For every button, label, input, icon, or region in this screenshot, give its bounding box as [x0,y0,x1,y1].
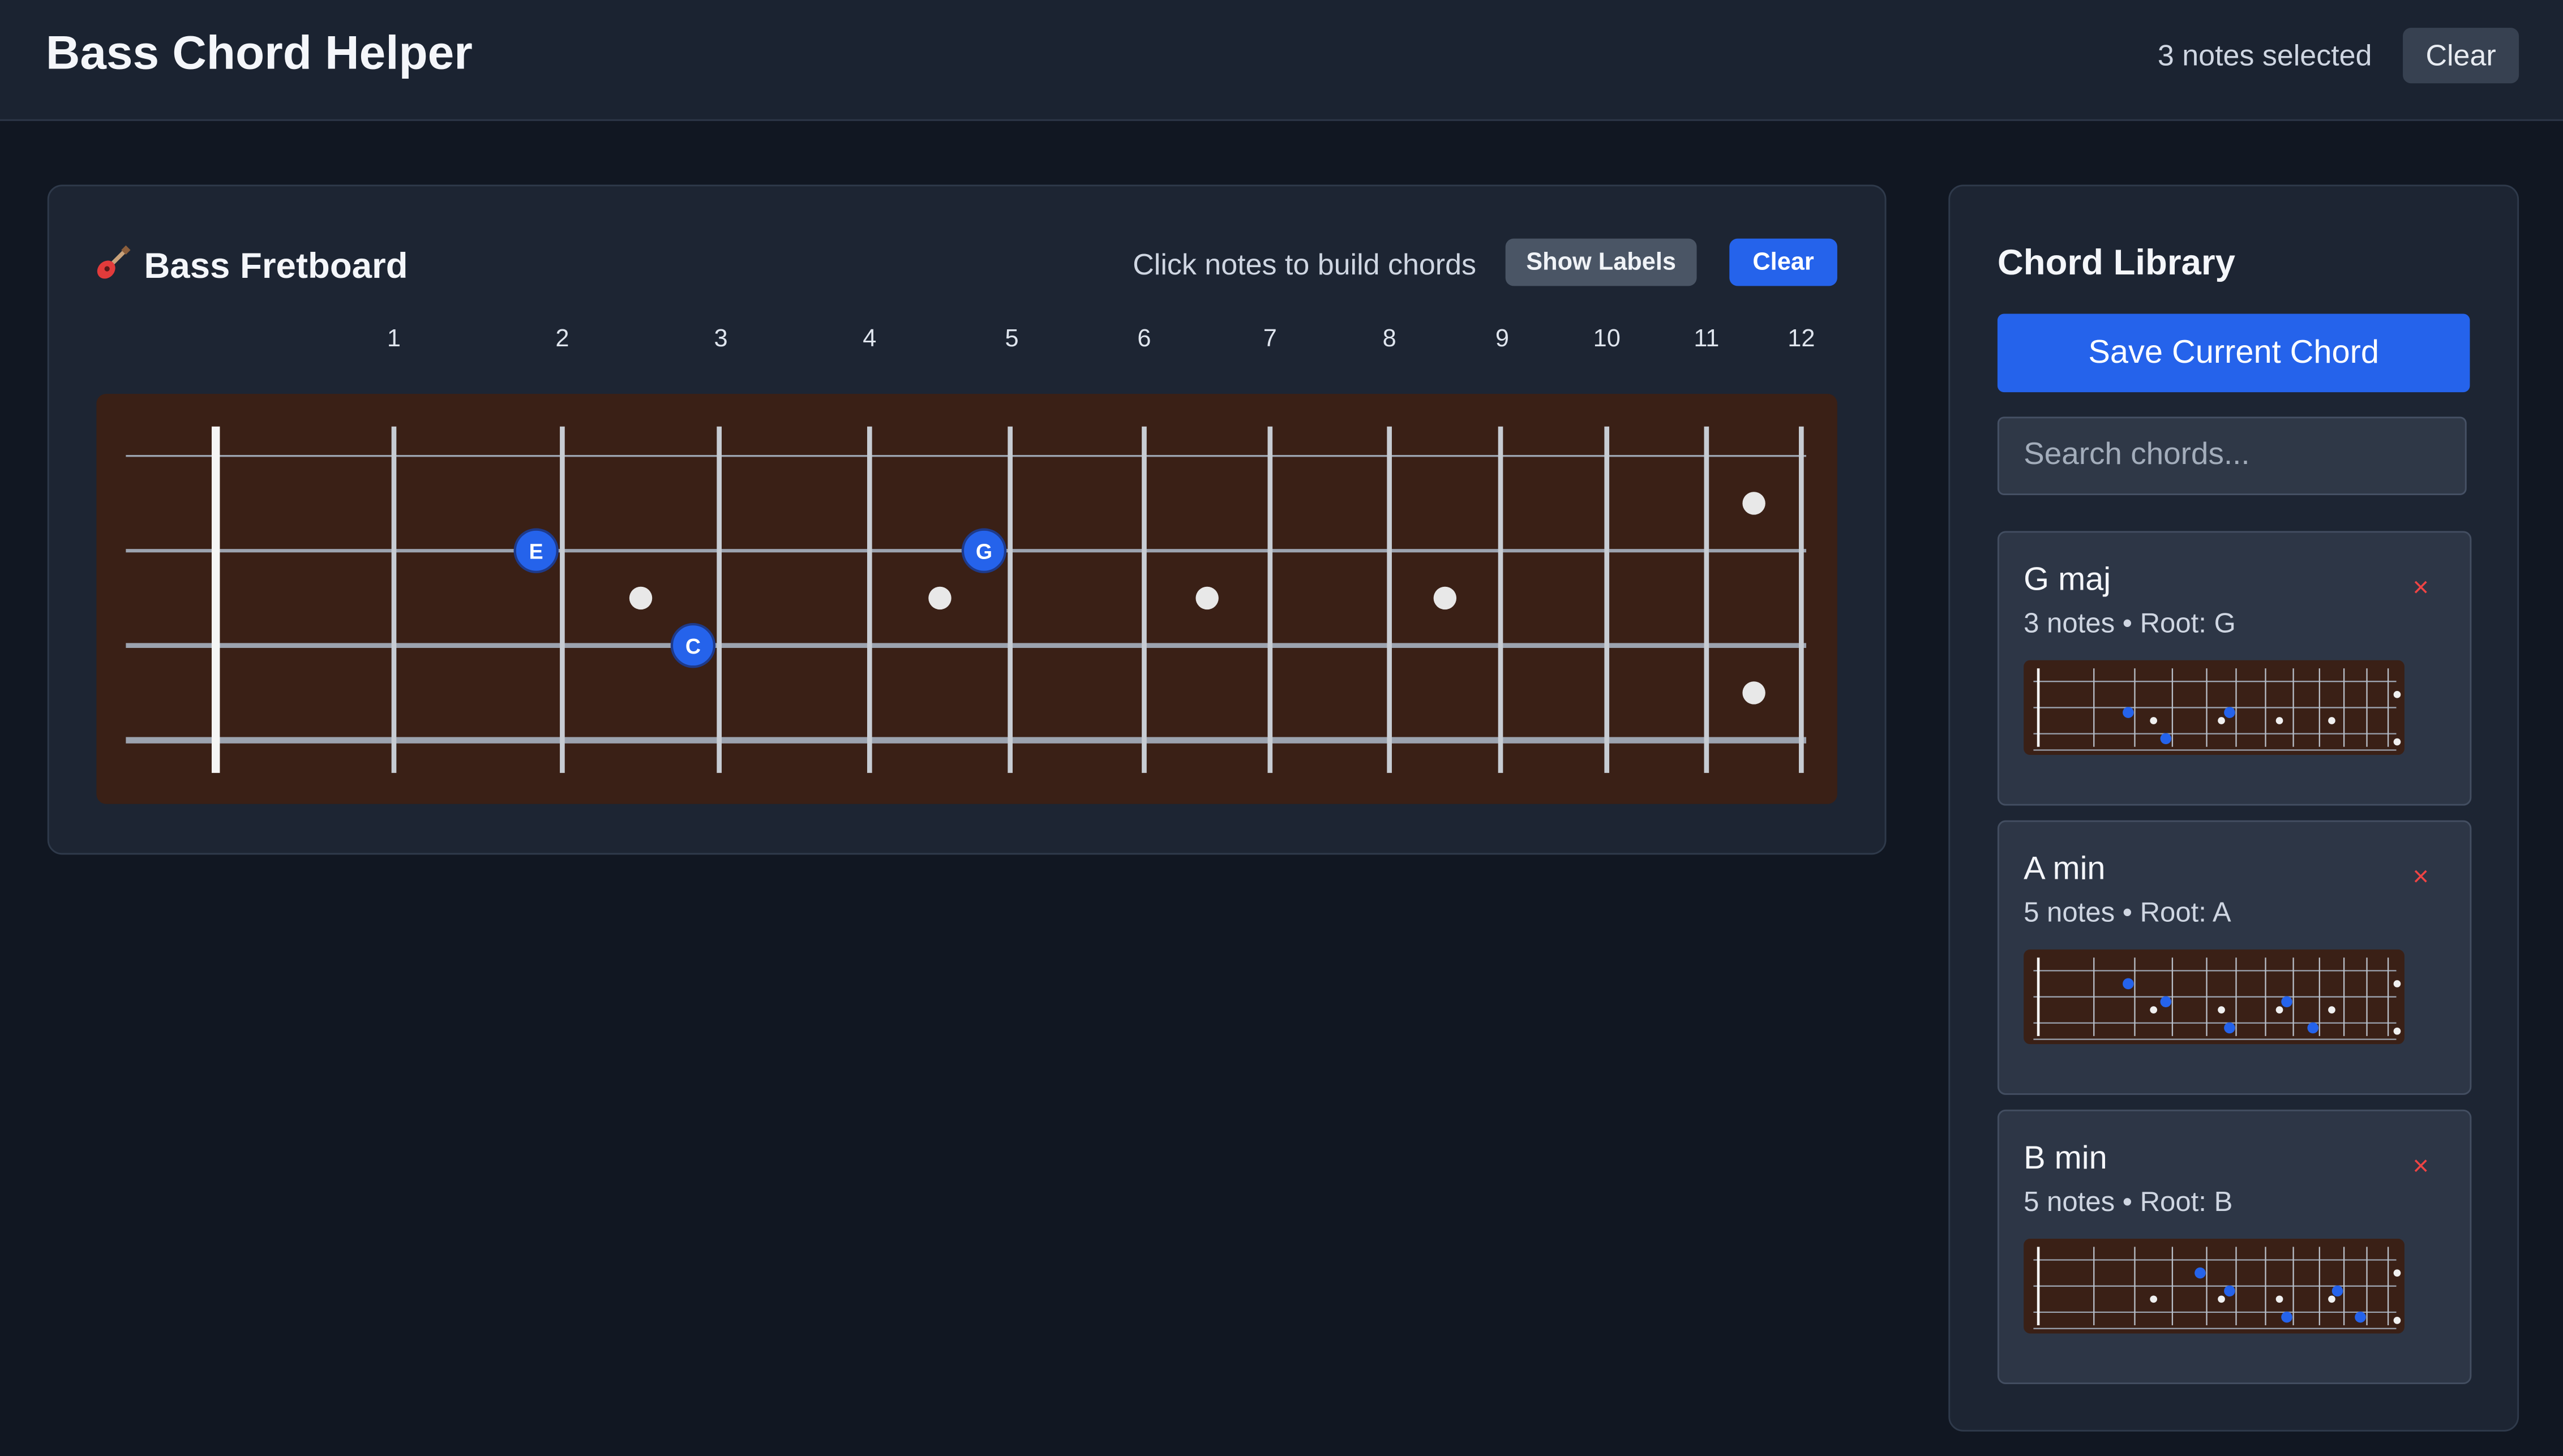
app-title: Bass Chord Helper [45,28,473,80]
mini-note [2224,1022,2235,1034]
mini-note [2224,707,2235,718]
chord-library-panel: Chord Library Save Current Chord G maj 3 … [1948,184,2519,1432]
fret-number: 3 [714,325,728,353]
mini-inlay [2328,1295,2335,1303]
mini-note [2160,996,2172,1008]
save-chord-button[interactable]: Save Current Chord [1997,313,2470,393]
mini-inlay [2275,1295,2283,1303]
mini-fretboard [2024,949,2405,1045]
chord-meta: 3 notes • Root: G [2024,608,2236,639]
guitar-icon-svg [97,246,131,279]
fret-inlay [1195,586,1219,610]
fret-number: 4 [863,325,877,353]
fret-number: 12 [1788,325,1815,353]
mini-note [2224,1285,2235,1297]
fret-inlay [1742,681,1765,705]
mini-inlay [2218,717,2225,724]
mini-note [2331,1285,2343,1297]
mini-inlay [2150,1295,2158,1303]
fret-number: 7 [1263,325,1277,353]
mini-inlay [2393,690,2401,698]
note-marker[interactable]: G [961,528,1007,573]
chord-card[interactable]: G maj 3 notes • Root: G × [1997,531,2472,806]
mini-note [2281,1311,2292,1323]
mini-inlay [2393,1269,2401,1277]
fretboard-svg[interactable]: E G C [96,394,1837,804]
note-marker[interactable]: C [670,622,716,668]
delete-chord-icon[interactable]: × [2412,1150,2429,1183]
fretboard-title: Bass Fretboard [95,245,408,291]
mini-inlay [2275,717,2283,724]
header-clear-button[interactable]: Clear [2403,28,2519,84]
mini-note [2123,707,2134,718]
show-labels-button[interactable]: Show Labels [1505,238,1697,286]
chord-meta: 5 notes • Root: B [2024,1186,2233,1218]
note-marker[interactable]: E [513,528,559,573]
fret-number: 2 [555,325,569,353]
mini-note [2160,733,2172,745]
note-label: G [976,540,992,564]
fret-inlay [1433,586,1457,610]
fret-number: 8 [1382,325,1396,353]
mini-inlay [2328,717,2335,724]
delete-chord-icon[interactable]: × [2412,572,2429,605]
fret-number: 9 [1495,325,1509,353]
mini-inlay [2150,717,2158,724]
delete-chord-icon[interactable]: × [2412,861,2429,894]
mini-fretboard [2024,1238,2405,1334]
fretboard-hint: Click notes to build chords [1133,248,1476,281]
chord-name: G maj [2024,562,2111,598]
chord-card[interactable]: B min 5 notes • Root: B × [1997,1109,2472,1384]
fret-number: 1 [387,325,401,353]
fret-inlay [928,586,952,610]
fretboard-title-text: Bass Fretboard [144,245,408,286]
mini-inlay [2218,1295,2225,1303]
mini-inlay [2328,1006,2335,1014]
mini-inlay [2393,980,2401,987]
note-label: E [529,540,543,564]
mini-inlay [2393,738,2401,746]
mini-inlay [2218,1006,2225,1014]
app-header: Bass Chord Helper 3 notes selected Clear [0,0,2563,121]
mini-inlay [2150,1006,2158,1014]
chord-name: A min [2024,851,2106,888]
chord-card[interactable]: A min 5 notes • Root: A × [1997,820,2472,1095]
note-label: C [685,634,701,658]
mini-note [2195,1267,2206,1279]
mini-note [2281,996,2292,1008]
mini-note [2123,978,2134,990]
chord-search-input[interactable] [1997,416,2467,496]
fretboard-panel: Bass Fretboard Click notes to build chor… [47,184,1887,855]
fret-inlay [629,586,653,610]
mini-inlay [2393,1316,2401,1324]
fret-number: 5 [1005,325,1019,353]
chord-meta: 5 notes • Root: A [2024,897,2231,929]
mini-inlay [2393,1027,2401,1035]
fret-number: 10 [1593,325,1621,353]
fretboard-clear-button[interactable]: Clear [1729,238,1837,286]
chord-name: B min [2024,1140,2107,1177]
mini-note [2355,1311,2366,1323]
chord-library-title: Chord Library [1997,242,2235,283]
mini-note [2307,1022,2319,1034]
fret-number: 11 [1694,325,1720,353]
mini-fretboard [2024,660,2405,755]
fretboard[interactable]: E G C [96,393,1837,804]
fret-number: 6 [1137,325,1151,353]
guitar-icon [95,246,134,291]
fret-inlay [1742,492,1765,515]
selected-count-status: 3 notes selected [2157,39,2372,72]
mini-inlay [2275,1006,2283,1014]
